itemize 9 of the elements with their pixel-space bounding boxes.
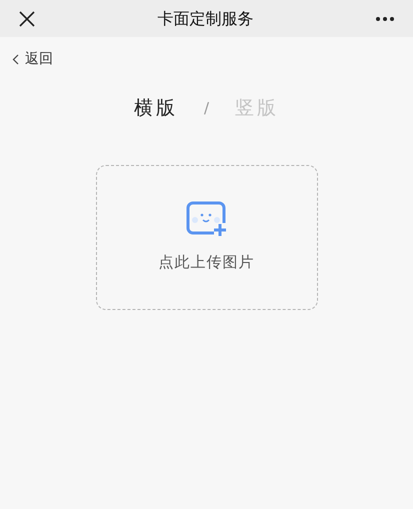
more-icon[interactable]: [375, 16, 395, 22]
upload-area[interactable]: 点此上传图片: [96, 164, 318, 310]
back-link[interactable]: 返回: [12, 49, 53, 70]
tab-separator: /: [204, 98, 210, 119]
close-icon[interactable]: [18, 10, 36, 28]
orientation-tab[interactable]: 横版: [134, 94, 178, 122]
chevron-left-icon: [12, 54, 19, 65]
window-title: 卡面定制服务: [158, 8, 254, 30]
add-image-icon: [186, 200, 228, 237]
